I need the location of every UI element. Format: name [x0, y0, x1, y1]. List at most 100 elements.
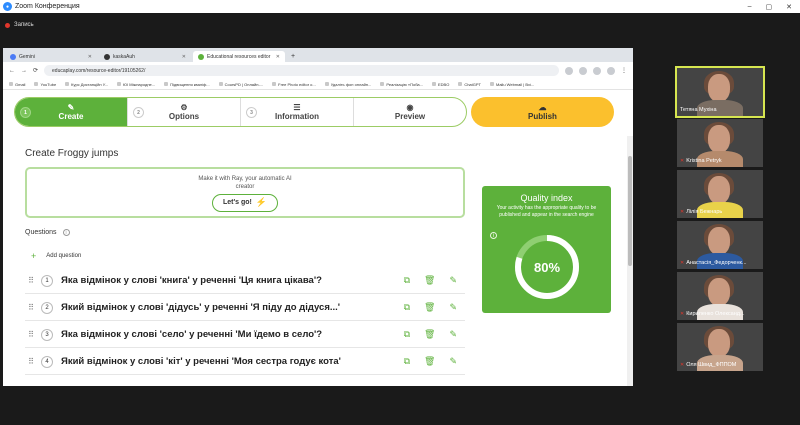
- bookmark-label: Підвищення кваліф...: [170, 81, 210, 87]
- forward-icon[interactable]: →: [21, 68, 27, 74]
- question-text[interactable]: Який відмінок у слові 'дідусь' у реченні…: [61, 302, 383, 313]
- question-text[interactable]: Яка відмінок у слові 'село' у реченні 'М…: [61, 329, 383, 340]
- page-title: Create Froggy jumps: [25, 148, 119, 159]
- add-question-button[interactable]: + Add question: [31, 251, 81, 261]
- step-number: 2: [133, 107, 144, 118]
- edit-icon[interactable]: ✎: [449, 302, 457, 313]
- url-field[interactable]: educaplay.com/resource-editor/19105262/: [44, 65, 559, 76]
- scrollbar-thumb[interactable]: [628, 156, 632, 266]
- participant-tile[interactable]: ✕ Kristina Petryk: [677, 119, 763, 167]
- step-create[interactable]: 1 ✎ Create: [15, 98, 128, 126]
- participant-label: ✕ Kristina Petryk: [680, 158, 722, 164]
- browser-tab-gemini[interactable]: Gemini ✕: [5, 51, 97, 62]
- bookmark-item[interactable]: CoursPD | Онлайн-...: [218, 82, 263, 87]
- bookmark-item[interactable]: Удаліть фон онлайн...: [324, 81, 372, 87]
- question-row[interactable]: ⠿ 4 Який відмінок у слові 'кіт' у реченн…: [25, 349, 465, 375]
- browser-tab-editor[interactable]: Educational resources editor ✕: [193, 51, 285, 62]
- quality-description: Your activity has the appropriate qualit…: [496, 205, 597, 218]
- delete-icon[interactable]: 🗑: [424, 356, 435, 367]
- question-text[interactable]: Який відмінок у слові 'кіт' у реченні 'М…: [61, 356, 383, 367]
- close-tab-icon[interactable]: ✕: [88, 54, 92, 60]
- question-row[interactable]: ⠿ 1 Яка відмінок у слові 'книга' у речен…: [25, 268, 465, 294]
- editor-content: 1 ✎ Create 2 ⚙ Options 3 ☰ Information ◉…: [3, 91, 633, 386]
- bookmark-favicon-icon: [65, 82, 70, 86]
- bookmark-item[interactable]: Курс Дистанційн У...: [65, 82, 108, 87]
- record-indicator[interactable]: Запись: [5, 22, 34, 28]
- step-number: 1: [20, 107, 31, 118]
- bookmark-item[interactable]: YouTube: [34, 82, 56, 87]
- zoom-toolbar: Запись: [0, 13, 800, 37]
- bookmark-label: ChatGPT: [464, 81, 481, 87]
- address-bar-row: ← → ⟳ educaplay.com/resource-editor/1910…: [3, 62, 633, 79]
- bookmark-item[interactable]: EDBO: [431, 81, 450, 87]
- drag-handle-icon[interactable]: ⠿: [25, 276, 37, 285]
- participant-name: Кириленко Олександ...: [686, 311, 745, 317]
- question-row[interactable]: ⠿ 3 Яка відмінок у слові 'село' у реченн…: [25, 322, 465, 348]
- step-preview[interactable]: ◉ Preview: [354, 98, 466, 126]
- extension-icon[interactable]: [593, 66, 601, 75]
- ray-text-line1: Make it with Ray, your automatic AI: [198, 176, 292, 182]
- back-icon[interactable]: ←: [9, 68, 15, 74]
- profile-icon[interactable]: [607, 66, 615, 75]
- questions-header: Questions i: [25, 229, 70, 236]
- info-icon[interactable]: i: [62, 229, 70, 236]
- reload-icon[interactable]: ⟳: [33, 67, 38, 74]
- question-text[interactable]: Яка відмінок у слові 'книга' у реченні '…: [61, 275, 383, 286]
- publish-button[interactable]: ☁ Publish: [471, 97, 614, 127]
- minimize-button[interactable]: –: [748, 3, 752, 11]
- bookmark-item[interactable]: Gmail: [9, 82, 25, 87]
- list-icon: ☰: [293, 103, 301, 112]
- copy-icon[interactable]: ⧉: [404, 356, 410, 367]
- muted-mic-icon: ✕: [680, 209, 685, 215]
- page-scrollbar[interactable]: [627, 136, 633, 386]
- step-number: 3: [246, 107, 257, 118]
- record-label: Запись: [14, 22, 34, 28]
- new-tab-button[interactable]: +: [291, 53, 295, 60]
- participant-label: ✕ Оля Швид_ФППОМ: [680, 362, 736, 368]
- drag-handle-icon[interactable]: ⠿: [25, 330, 37, 339]
- bookmark-item[interactable]: ChatGPT: [458, 82, 481, 87]
- bookmark-item[interactable]: ЮІ Міжнародне...: [117, 82, 155, 87]
- delete-icon[interactable]: 🗑: [424, 275, 435, 286]
- bookmark-item[interactable]: Реалізацію «Поба...: [380, 82, 423, 87]
- edit-icon[interactable]: ✎: [449, 356, 457, 367]
- close-tab-icon[interactable]: ✕: [276, 54, 280, 60]
- bookmark-label: Удаліть фон онлайн...: [330, 81, 372, 87]
- bookmark-star-icon[interactable]: [579, 66, 587, 75]
- browser-tab-kaska[interactable]: kaskaAuh ✕: [99, 51, 191, 62]
- step-options[interactable]: 2 ⚙ Options: [128, 98, 241, 126]
- delete-icon[interactable]: 🗑: [424, 302, 435, 313]
- bookmark-item[interactable]: Підвищення кваліф...: [164, 82, 210, 87]
- question-row[interactable]: ⠿ 2 Який відмінок у слові 'дідусь' у реч…: [25, 295, 465, 321]
- menu-icon[interactable]: ⋮: [621, 67, 627, 74]
- close-tab-icon[interactable]: ✕: [182, 54, 186, 60]
- copy-icon[interactable]: ⧉: [404, 302, 410, 313]
- step-information[interactable]: 3 ☰ Information: [241, 98, 354, 126]
- participant-tile[interactable]: ✕ Анастасія_Федорченк...: [677, 221, 763, 269]
- edit-icon[interactable]: ✎: [449, 275, 457, 286]
- participant-tile[interactable]: ✕ Кириленко Олександ...: [677, 272, 763, 320]
- participant-tile[interactable]: ✕ Лілія Бежнарь: [677, 170, 763, 218]
- translate-icon[interactable]: [565, 66, 573, 75]
- muted-mic-icon: ✕: [680, 362, 685, 368]
- maximize-button[interactable]: ▢: [766, 3, 773, 11]
- bookmark-item[interactable]: Mailu Webmail | Вхі...: [489, 82, 534, 87]
- info-icon[interactable]: i: [490, 232, 497, 239]
- ray-ai-panel: Make it with Ray, your automatic AI creat…: [25, 167, 465, 218]
- participant-name: Оля Швид_ФППОМ: [686, 362, 737, 368]
- bookmark-item[interactable]: Free Photo editor o...: [272, 82, 316, 87]
- participant-tile[interactable]: Тетяна Мухіна: [675, 66, 765, 118]
- tab-label: Educational resources editor: [207, 53, 271, 60]
- edit-icon[interactable]: ✎: [449, 329, 457, 340]
- participant-tile[interactable]: ✕ Оля Швид_ФППОМ: [677, 323, 763, 371]
- step-label: Preview: [394, 112, 426, 121]
- drag-handle-icon[interactable]: ⠿: [25, 357, 37, 366]
- close-button[interactable]: ✕: [786, 3, 792, 11]
- drag-handle-icon[interactable]: ⠿: [25, 303, 37, 312]
- lets-go-button[interactable]: Let's go! ⚡: [211, 193, 279, 212]
- copy-icon[interactable]: ⧉: [404, 329, 410, 340]
- delete-icon[interactable]: 🗑: [424, 329, 435, 340]
- copy-icon[interactable]: ⧉: [404, 275, 410, 286]
- bookmark-label: EDBO: [437, 81, 450, 87]
- bookmark-favicon-icon: [431, 82, 436, 86]
